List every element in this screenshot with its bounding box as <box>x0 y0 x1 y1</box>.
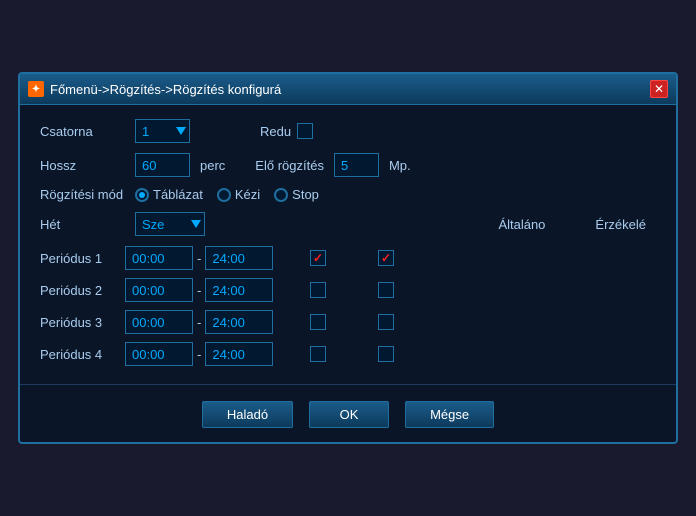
dialog-content: Csatorna 1 2 Redu Hossz perc Elő rögzíté… <box>20 105 676 384</box>
het-select[interactable]: Sze Hét Ked <box>135 212 205 236</box>
period-2-label: Periódus 2 <box>40 283 125 298</box>
app-icon: ✦ <box>28 81 44 97</box>
title-bar: ✦ Főmenü->Rögzítés->Rögzítés konfigurá ✕ <box>20 74 676 105</box>
period-2-checkboxes <box>310 282 394 298</box>
period-3-timerange: - <box>125 310 300 334</box>
perc-label: perc <box>200 158 225 173</box>
period-2-altalano-checkbox[interactable] <box>310 282 326 298</box>
period-4-timerange: - <box>125 342 300 366</box>
megse-button[interactable]: Mégse <box>405 401 494 428</box>
period-1-timerange: - <box>125 246 300 270</box>
radio-tablazat[interactable]: Táblázat <box>135 187 203 202</box>
mp-label: Mp. <box>389 158 411 173</box>
halado-button[interactable]: Haladó <box>202 401 293 428</box>
period-4-checkboxes <box>310 346 394 362</box>
rogzitesi-mod-label: Rögzítési mód <box>40 187 125 202</box>
radio-tablazat-circle[interactable] <box>135 188 149 202</box>
csatorna-label: Csatorna <box>40 124 125 139</box>
period-4-erzekele-checkbox[interactable] <box>378 346 394 362</box>
title-bar-left: ✦ Főmenü->Rögzítés->Rögzítés konfigurá <box>28 81 281 97</box>
redu-checkbox[interactable] <box>297 123 313 139</box>
period-3-erzekele-checkbox[interactable] <box>378 314 394 330</box>
hossz-input[interactable] <box>135 153 190 177</box>
period-1-altalano-checkbox[interactable] <box>310 250 326 266</box>
het-label: Hét <box>40 217 125 232</box>
altalano-header: Általáno <box>498 217 545 232</box>
period-3-end[interactable] <box>205 310 273 334</box>
period-2-start[interactable] <box>125 278 193 302</box>
period-2-end[interactable] <box>205 278 273 302</box>
row-csatorna: Csatorna 1 2 Redu <box>40 119 656 143</box>
period-1-dash: - <box>197 251 201 266</box>
period-4-label: Periódus 4 <box>40 347 125 362</box>
radio-group: Táblázat Kézi Stop <box>135 187 319 202</box>
period-row-1: Periódus 1 - <box>40 246 656 270</box>
period-1-end[interactable] <box>205 246 273 270</box>
ok-button[interactable]: OK <box>309 401 389 428</box>
period-3-dash: - <box>197 315 201 330</box>
radio-kezi[interactable]: Kézi <box>217 187 260 202</box>
period-3-checkboxes <box>310 314 394 330</box>
radio-stop[interactable]: Stop <box>274 187 319 202</box>
dialog-footer: Haladó OK Mégse <box>20 384 676 442</box>
period-3-altalano-checkbox[interactable] <box>310 314 326 330</box>
period-2-erzekele-checkbox[interactable] <box>378 282 394 298</box>
radio-kezi-label: Kézi <box>235 187 260 202</box>
csatorna-select[interactable]: 1 2 <box>135 119 190 143</box>
radio-stop-label: Stop <box>292 187 319 202</box>
period-1-label: Periódus 1 <box>40 251 125 266</box>
redu-label: Redu <box>260 124 291 139</box>
erzekele-header: Érzékelé <box>595 217 646 232</box>
periods-container: Periódus 1 - Periódus 2 - <box>40 246 656 366</box>
period-1-erzekele-checkbox[interactable] <box>378 250 394 266</box>
period-3-label: Periódus 3 <box>40 315 125 330</box>
radio-kezi-circle[interactable] <box>217 188 231 202</box>
hossz-label: Hossz <box>40 158 125 173</box>
row-rogzitesi-mod: Rögzítési mód Táblázat Kézi Stop <box>40 187 656 202</box>
dialog: ✦ Főmenü->Rögzítés->Rögzítés konfigurá ✕… <box>18 72 678 444</box>
period-row-2: Periódus 2 - <box>40 278 656 302</box>
elo-rogzites-label: Elő rögzítés <box>255 158 324 173</box>
period-4-end[interactable] <box>205 342 273 366</box>
elo-rogzites-input[interactable] <box>334 153 379 177</box>
period-1-start[interactable] <box>125 246 193 270</box>
period-3-start[interactable] <box>125 310 193 334</box>
close-button[interactable]: ✕ <box>650 80 668 98</box>
period-2-timerange: - <box>125 278 300 302</box>
period-1-checkboxes <box>310 250 394 266</box>
radio-stop-circle[interactable] <box>274 188 288 202</box>
period-2-dash: - <box>197 283 201 298</box>
period-row-4: Periódus 4 - <box>40 342 656 366</box>
radio-tablazat-label: Táblázat <box>153 187 203 202</box>
row-het: Hét Sze Hét Ked Általáno Érzékelé <box>40 212 656 236</box>
period-4-dash: - <box>197 347 201 362</box>
row-hossz: Hossz perc Elő rögzítés Mp. <box>40 153 656 177</box>
dialog-title: Főmenü->Rögzítés->Rögzítés konfigurá <box>50 82 281 97</box>
period-4-altalano-checkbox[interactable] <box>310 346 326 362</box>
period-row-3: Periódus 3 - <box>40 310 656 334</box>
period-4-start[interactable] <box>125 342 193 366</box>
